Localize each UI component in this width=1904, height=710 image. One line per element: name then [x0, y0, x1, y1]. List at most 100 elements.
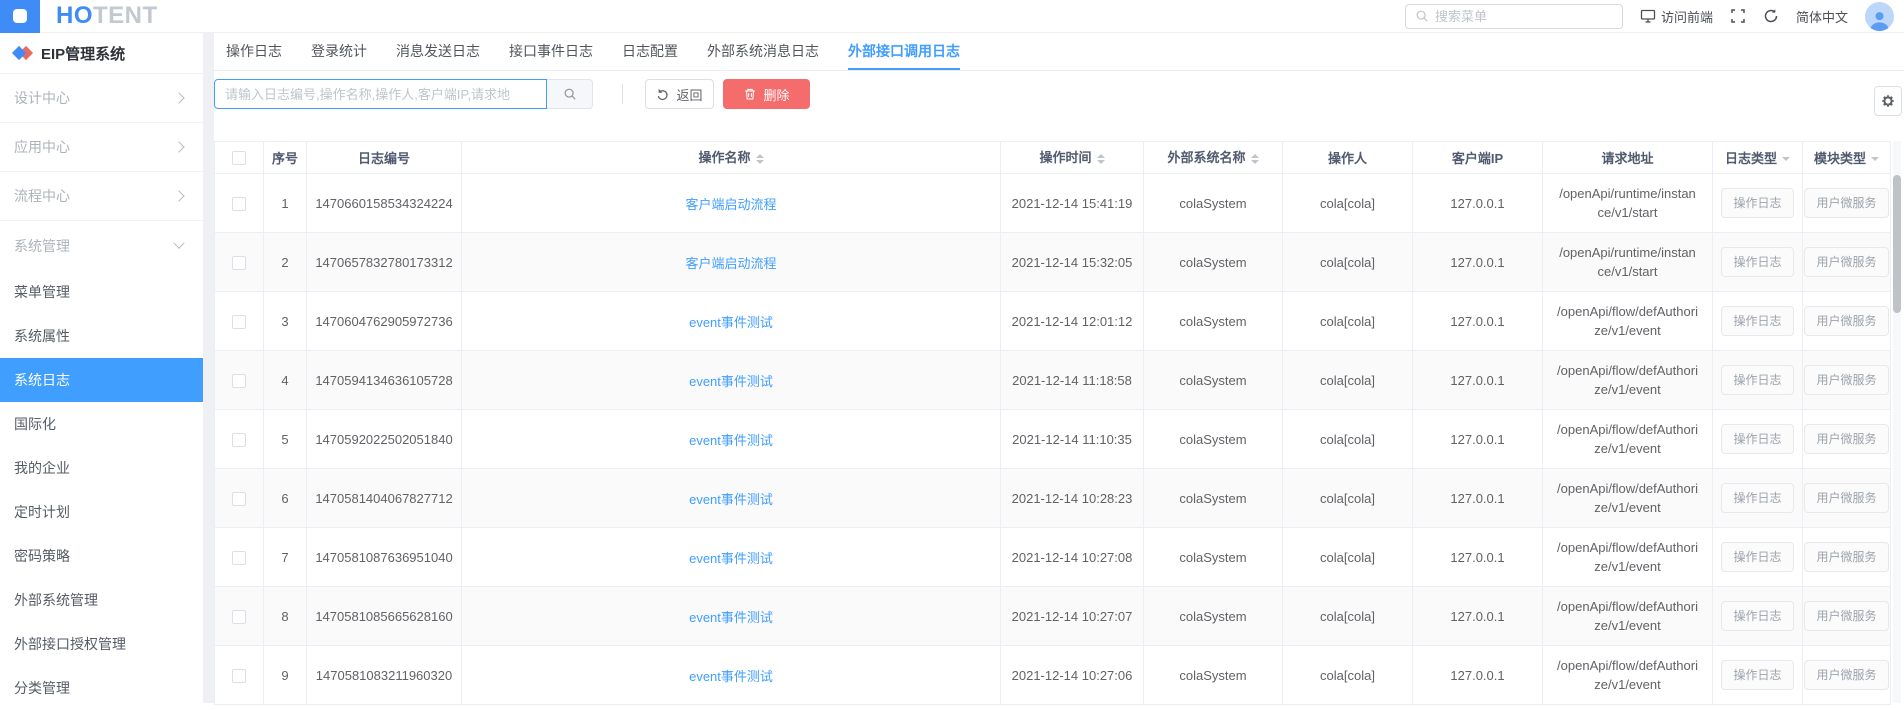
table-row: 21470657832780173312客户端启动流程2021-12-14 15…	[215, 233, 1891, 292]
sidebar-item-password-policy[interactable]: 密码策略	[0, 534, 203, 578]
tab-operation-log[interactable]: 操作日志	[226, 33, 282, 70]
app-logo-tile[interactable]	[0, 0, 40, 33]
sidebar-item-system-log[interactable]: 系统日志	[0, 358, 203, 402]
row-checkbox[interactable]	[232, 492, 246, 506]
sidebar-item-i18n[interactable]: 国际化	[0, 402, 203, 446]
cell-log-type: 操作日志	[1713, 233, 1803, 292]
select-all-checkbox[interactable]	[232, 151, 246, 165]
back-button[interactable]: 返回	[645, 79, 714, 109]
cell-checkbox	[215, 351, 264, 410]
row-checkbox[interactable]	[232, 197, 246, 211]
sidebar-item-system-properties[interactable]: 系统属性	[0, 314, 203, 358]
sidebar-item-external-api-auth-management[interactable]: 外部接口授权管理	[0, 622, 203, 666]
table-row: 71470581087636951040event事件测试2021-12-14 …	[215, 528, 1891, 587]
tab-message-send-log[interactable]: 消息发送日志	[396, 33, 480, 70]
cell-operation-name: event事件测试	[462, 351, 1001, 410]
cell-external-system: colaSystem	[1144, 174, 1283, 233]
sidebar-item-external-system-management[interactable]: 外部系统管理	[0, 578, 203, 622]
tab-login-stats[interactable]: 登录统计	[311, 33, 367, 70]
sidebar-group-system-management[interactable]: 系统管理	[0, 221, 203, 270]
row-checkbox[interactable]	[232, 433, 246, 447]
column-header-external-system[interactable]: 外部系统名称	[1144, 142, 1283, 174]
sidebar-item-menu-management[interactable]: 菜单管理	[0, 270, 203, 314]
tab-external-api-call-log[interactable]: 外部接口调用日志	[848, 33, 960, 70]
menu-search-input[interactable]	[1435, 9, 1613, 24]
cell-log-id: 1470581085665628160	[307, 587, 462, 646]
cell-client-ip: 127.0.0.1	[1413, 292, 1543, 351]
module-type-tag: 用户微服务	[1804, 424, 1888, 454]
sidebar-item-category-management[interactable]: 分类管理	[0, 666, 203, 710]
menu-search-box[interactable]	[1405, 4, 1623, 29]
log-search-input[interactable]	[225, 87, 536, 102]
row-checkbox[interactable]	[232, 374, 246, 388]
sort-icon[interactable]	[1251, 150, 1259, 168]
row-checkbox[interactable]	[232, 551, 246, 565]
user-icon	[1868, 8, 1891, 31]
row-checkbox[interactable]	[232, 669, 246, 683]
table-settings-button[interactable]	[1874, 86, 1902, 116]
visit-frontend-button[interactable]: 访问前端	[1640, 7, 1713, 26]
sidebar-item-my-enterprise[interactable]: 我的企业	[0, 446, 203, 490]
tab-log-config[interactable]: 日志配置	[622, 33, 678, 70]
avatar[interactable]	[1865, 2, 1894, 31]
column-label: 操作名称	[698, 150, 750, 165]
cell-external-system: colaSystem	[1144, 587, 1283, 646]
cell-operation-time: 2021-12-14 10:27:07	[1001, 587, 1144, 646]
operation-name-link[interactable]: event事件测试	[689, 374, 773, 389]
operation-name-link[interactable]: event事件测试	[689, 669, 773, 684]
cell-log-id: 1470581083211960320	[307, 646, 462, 705]
operation-name-link[interactable]: event事件测试	[689, 492, 773, 507]
log-search-box[interactable]	[214, 79, 547, 109]
sidebar-groups: 设计中心应用中心流程中心系统管理	[0, 74, 203, 270]
log-type-tag: 操作日志	[1721, 483, 1793, 513]
cell-operator: cola[cola]	[1283, 469, 1413, 528]
cell-request-url: /openApi/flow/defAuthorize/v1/event	[1543, 410, 1713, 469]
column-header-operation-name[interactable]: 操作名称	[462, 142, 1001, 174]
operation-name-link[interactable]: 客户端启动流程	[685, 256, 776, 271]
tab-external-system-message-log[interactable]: 外部系统消息日志	[707, 33, 819, 70]
row-checkbox[interactable]	[232, 610, 246, 624]
tab-bar: 操作日志登录统计消息发送日志接口事件日志日志配置外部系统消息日志外部接口调用日志	[214, 33, 1904, 71]
cell-external-system: colaSystem	[1144, 351, 1283, 410]
cell-operation-name: event事件测试	[462, 646, 1001, 705]
cell-operation-time: 2021-12-14 10:28:23	[1001, 469, 1144, 528]
column-header-select[interactable]	[215, 142, 264, 174]
operation-name-link[interactable]: event事件测试	[689, 610, 773, 625]
cell-module-type: 用户微服务	[1803, 646, 1891, 705]
scrollbar-thumb[interactable]	[1893, 175, 1901, 313]
cell-checkbox	[215, 646, 264, 705]
cell-log-type: 操作日志	[1713, 528, 1803, 587]
operation-name-link[interactable]: 客户端启动流程	[685, 197, 776, 212]
operation-name-link[interactable]: event事件测试	[689, 315, 773, 330]
column-header-module-type[interactable]: 模块类型	[1803, 142, 1891, 174]
cell-operation-name: 客户端启动流程	[462, 233, 1001, 292]
delete-button[interactable]: 删除	[723, 79, 810, 109]
cell-checkbox	[215, 469, 264, 528]
cell-operation-time: 2021-12-14 15:41:19	[1001, 174, 1144, 233]
search-button[interactable]	[547, 79, 593, 109]
cell-client-ip: 127.0.0.1	[1413, 233, 1543, 292]
sort-icon[interactable]	[1097, 150, 1105, 168]
language-selector[interactable]: 简体中文	[1796, 7, 1848, 26]
refresh-icon[interactable]	[1763, 8, 1779, 24]
sidebar-group-flow-center[interactable]: 流程中心	[0, 172, 203, 221]
cell-log-type: 操作日志	[1713, 469, 1803, 528]
cell-operation-name: 客户端启动流程	[462, 174, 1001, 233]
operation-name-link[interactable]: event事件测试	[689, 433, 773, 448]
filter-icon[interactable]	[1782, 157, 1790, 165]
filter-icon[interactable]	[1871, 157, 1879, 165]
sort-icon[interactable]	[756, 150, 764, 168]
sidebar-group-app-center[interactable]: 应用中心	[0, 123, 203, 172]
operation-name-link[interactable]: event事件测试	[689, 551, 773, 566]
column-label: 模块类型	[1814, 151, 1866, 166]
row-checkbox[interactable]	[232, 315, 246, 329]
column-header-operation-time[interactable]: 操作时间	[1001, 142, 1144, 174]
cell-operation-time: 2021-12-14 10:27:06	[1001, 646, 1144, 705]
column-header-log-type[interactable]: 日志类型	[1713, 142, 1803, 174]
tab-interface-event-log[interactable]: 接口事件日志	[509, 33, 593, 70]
fullscreen-icon[interactable]	[1730, 8, 1746, 24]
row-checkbox[interactable]	[232, 256, 246, 270]
sidebar-group-design-center[interactable]: 设计中心	[0, 74, 203, 123]
sidebar-item-scheduled-tasks[interactable]: 定时计划	[0, 490, 203, 534]
logo-square-icon	[13, 9, 27, 23]
